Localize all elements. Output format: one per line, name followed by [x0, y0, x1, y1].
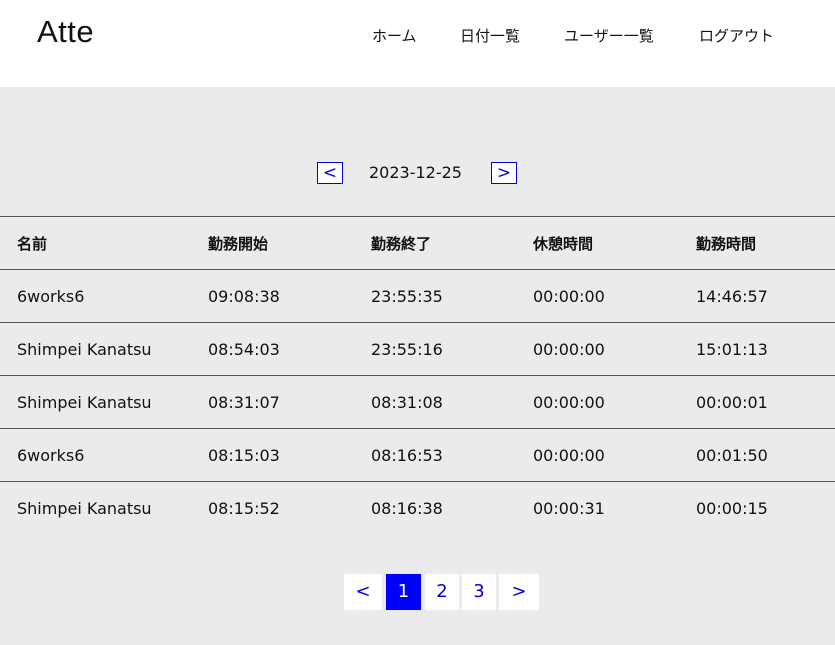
cell-start: 08:15:03 — [208, 445, 280, 465]
col-header-end: 勤務終了 — [371, 234, 432, 253]
date-navigation: < 2023-12-25 > — [0, 162, 835, 186]
table-row: Shimpei Kanatsu 08:54:03 23:55:16 00:00:… — [0, 322, 835, 376]
app-header: Atte ホーム 日付一覧 ユーザー一覧 ログアウト — [0, 0, 835, 87]
next-date-button[interactable]: > — [491, 162, 517, 184]
table-header-row: 名前 勤務開始 勤務終了 休憩時間 勤務時間 — [0, 216, 835, 270]
cell-break: 00:00:00 — [533, 339, 605, 359]
prev-date-button[interactable]: < — [317, 162, 343, 184]
cell-start: 08:31:07 — [208, 392, 280, 412]
cell-break: 00:00:00 — [533, 445, 605, 465]
col-header-break: 休憩時間 — [533, 234, 594, 253]
nav-user-list[interactable]: ユーザー一覧 — [564, 25, 654, 46]
cell-end: 23:55:16 — [371, 339, 443, 359]
cell-end: 08:16:38 — [371, 498, 443, 518]
cell-end: 08:16:53 — [371, 445, 443, 465]
cell-name: Shimpei Kanatsu — [17, 498, 152, 518]
cell-name: Shimpei Kanatsu — [17, 392, 152, 412]
table-row: Shimpei Kanatsu 08:31:07 08:31:08 00:00:… — [0, 375, 835, 429]
col-header-name: 名前 — [17, 234, 48, 253]
cell-name: 6works6 — [17, 286, 85, 306]
main-nav: ホーム 日付一覧 ユーザー一覧 ログアウト — [0, 25, 835, 45]
main-content: < 2023-12-25 > 名前 勤務開始 勤務終了 休憩時間 勤務時間 6w… — [0, 87, 835, 645]
cell-start: 08:54:03 — [208, 339, 280, 359]
cell-end: 23:55:35 — [371, 286, 443, 306]
cell-work: 15:01:13 — [696, 339, 768, 359]
nav-logout[interactable]: ログアウト — [699, 25, 774, 46]
table-row: 6works6 09:08:38 23:55:35 00:00:00 14:46… — [0, 269, 835, 323]
cell-name: 6works6 — [17, 445, 85, 465]
cell-name: Shimpei Kanatsu — [17, 339, 152, 359]
cell-start: 09:08:38 — [208, 286, 280, 306]
pagination-page-2[interactable]: 2 — [425, 574, 459, 610]
current-date: 2023-12-25 — [369, 163, 462, 182]
pagination-page-3[interactable]: 3 — [462, 574, 496, 610]
cell-start: 08:15:52 — [208, 498, 280, 518]
cell-work: 00:00:01 — [696, 392, 768, 412]
nav-home[interactable]: ホーム — [372, 25, 417, 46]
col-header-work: 勤務時間 — [696, 234, 757, 253]
nav-date-list[interactable]: 日付一覧 — [460, 25, 520, 46]
col-header-start: 勤務開始 — [208, 234, 269, 253]
table-row: 6works6 08:15:03 08:16:53 00:00:00 00:01… — [0, 428, 835, 482]
cell-work: 00:00:15 — [696, 498, 768, 518]
pagination-prev-button[interactable]: < — [344, 574, 382, 610]
cell-break: 00:00:00 — [533, 392, 605, 412]
cell-work: 14:46:57 — [696, 286, 768, 306]
attendance-table: 名前 勤務開始 勤務終了 休憩時間 勤務時間 6works6 09:08:38 … — [0, 216, 835, 535]
cell-break: 00:00:31 — [533, 498, 605, 518]
table-row: Shimpei Kanatsu 08:15:52 08:16:38 00:00:… — [0, 481, 835, 535]
cell-break: 00:00:00 — [533, 286, 605, 306]
cell-end: 08:31:08 — [371, 392, 443, 412]
pagination-next-button[interactable]: > — [499, 574, 539, 610]
cell-work: 00:01:50 — [696, 445, 768, 465]
pagination-page-1[interactable]: 1 — [386, 574, 421, 610]
